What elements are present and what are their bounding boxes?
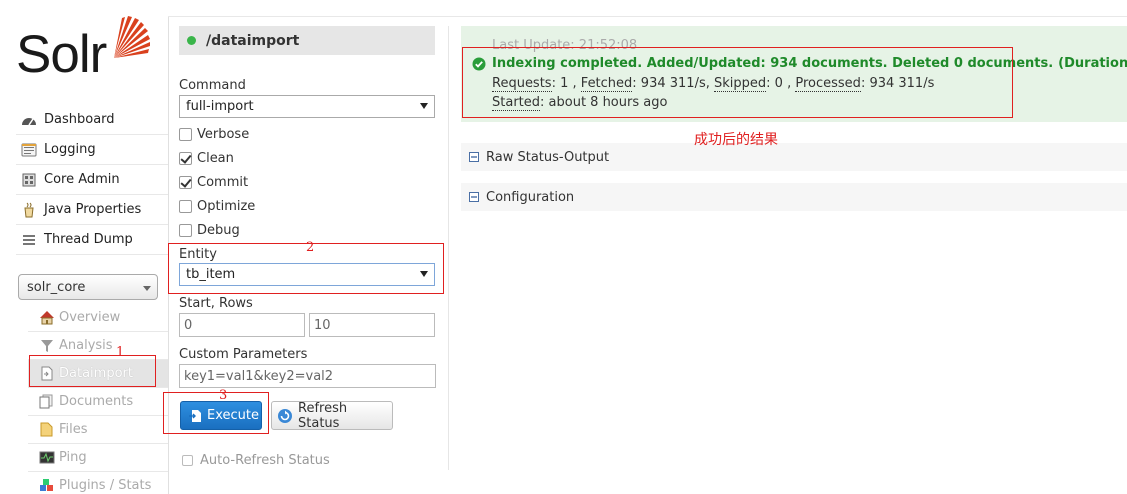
checkbox-label: Clean <box>197 151 234 166</box>
overview-icon <box>38 310 55 326</box>
custom-params-input[interactable]: key1=val1&key2=val2 <box>179 364 436 388</box>
core-item-label: Analysis <box>59 338 113 353</box>
core-nav: Overview Analysis Dataimport Documents F… <box>28 304 168 494</box>
dataimport-title: /dataimport <box>206 32 300 49</box>
main-nav: Dashboard Logging Core Admin Java Proper… <box>16 105 168 255</box>
annotation-box-result <box>462 47 1013 118</box>
nav-item-java-properties[interactable]: Java Properties <box>16 195 168 225</box>
annotation-box-3 <box>163 392 269 434</box>
top-divider <box>168 16 1127 17</box>
nav-label: Thread Dump <box>44 232 133 247</box>
core-item-label: Ping <box>59 450 87 465</box>
refresh-status-button[interactable]: Refresh Status <box>271 400 393 431</box>
solr-sun-icon <box>114 16 150 58</box>
annotation-number-1: 1 <box>116 345 125 360</box>
rows-input[interactable]: 10 <box>309 313 435 337</box>
analysis-icon <box>38 338 55 354</box>
plugins-icon <box>38 478 55 494</box>
core-item-label: Plugins / Stats <box>59 478 152 493</box>
raw-status-output-toggle[interactable]: Raw Status-Output <box>461 143 1127 171</box>
auto-refresh-checkbox[interactable]: Auto-Refresh Status <box>182 453 330 468</box>
java-properties-icon <box>20 202 38 218</box>
checkbox-box[interactable] <box>179 128 192 141</box>
checkbox-box[interactable] <box>179 152 192 165</box>
refresh-label: Refresh Status <box>298 400 348 431</box>
form-divider <box>448 26 449 470</box>
core-item-files[interactable]: Files <box>28 416 168 444</box>
dashboard-icon <box>20 112 38 128</box>
thread-dump-icon <box>20 232 38 248</box>
command-label: Command <box>179 78 246 93</box>
annotation-number-2: 2 <box>306 240 315 255</box>
chevron-down-icon <box>420 103 428 109</box>
collapse-icon <box>469 152 479 162</box>
core-item-overview[interactable]: Overview <box>28 304 168 332</box>
core-item-label: Documents <box>59 394 134 409</box>
command-select[interactable]: full-import <box>179 95 435 118</box>
checkbox-box[interactable] <box>179 176 192 189</box>
command-value: full-import <box>186 99 254 114</box>
nav-label: Java Properties <box>44 202 142 217</box>
nav-item-dashboard[interactable]: Dashboard <box>16 105 168 135</box>
core-item-plugins[interactable]: Plugins / Stats <box>28 472 168 494</box>
core-item-ping[interactable]: Ping <box>28 444 168 472</box>
start-rows-label: Start, Rows <box>179 296 253 311</box>
commit-checkbox[interactable]: Commit <box>179 175 248 190</box>
nav-item-thread-dump[interactable]: Thread Dump <box>16 225 168 255</box>
custom-params-value: key1=val1&key2=val2 <box>184 368 334 384</box>
checkbox-box[interactable] <box>179 200 192 213</box>
checkbox-label: Verbose <box>197 127 250 142</box>
auto-refresh-label: Auto-Refresh Status <box>200 453 330 468</box>
core-admin-icon <box>20 172 38 188</box>
checkbox-label: Commit <box>197 175 249 190</box>
logging-icon <box>20 142 38 158</box>
clean-checkbox[interactable]: Clean <box>179 151 234 166</box>
verbose-checkbox[interactable]: Verbose <box>179 127 249 142</box>
checkbox-label: Debug <box>197 223 240 238</box>
annotation-caption: 成功后的结果 <box>694 132 778 148</box>
core-item-documents[interactable]: Documents <box>28 388 168 416</box>
checkbox-label: Optimize <box>197 199 256 214</box>
section-label: Raw Status-Output <box>486 149 610 165</box>
collapse-icon <box>469 192 479 202</box>
dataimport-header: /dataimport <box>179 26 435 55</box>
start-input-value: 0 <box>184 317 193 333</box>
start-input[interactable]: 0 <box>179 313 305 337</box>
refresh-icon <box>277 408 293 424</box>
core-item-label: Files <box>59 422 88 437</box>
nav-item-logging[interactable]: Logging <box>16 135 168 165</box>
status-dot-icon <box>187 36 196 45</box>
ping-icon <box>38 450 55 466</box>
annotation-box-1 <box>29 355 156 387</box>
configuration-toggle[interactable]: Configuration <box>461 183 1127 211</box>
core-item-label: Overview <box>59 310 121 325</box>
nav-item-core-admin[interactable]: Core Admin <box>16 165 168 195</box>
checkbox-box[interactable] <box>182 455 193 466</box>
rows-input-value: 10 <box>314 317 331 333</box>
nav-label: Logging <box>44 142 96 157</box>
core-selector-value: solr_core <box>27 279 86 295</box>
debug-checkbox[interactable]: Debug <box>179 223 240 238</box>
chevron-down-icon <box>143 286 151 291</box>
nav-label: Dashboard <box>44 112 115 127</box>
files-icon <box>38 422 55 438</box>
optimize-checkbox[interactable]: Optimize <box>179 199 255 214</box>
custom-params-label: Custom Parameters <box>179 347 308 362</box>
documents-icon <box>38 394 55 410</box>
solr-logo[interactable]: Solr <box>16 14 152 84</box>
status-duration: (Duration: 03s) <box>1058 56 1127 71</box>
section-label: Configuration <box>486 189 575 205</box>
nav-label: Core Admin <box>44 172 120 187</box>
logo-text: Solr <box>16 25 107 84</box>
checkbox-box[interactable] <box>179 224 192 237</box>
annotation-number-3: 3 <box>219 388 228 403</box>
core-selector[interactable]: solr_core <box>18 274 158 300</box>
